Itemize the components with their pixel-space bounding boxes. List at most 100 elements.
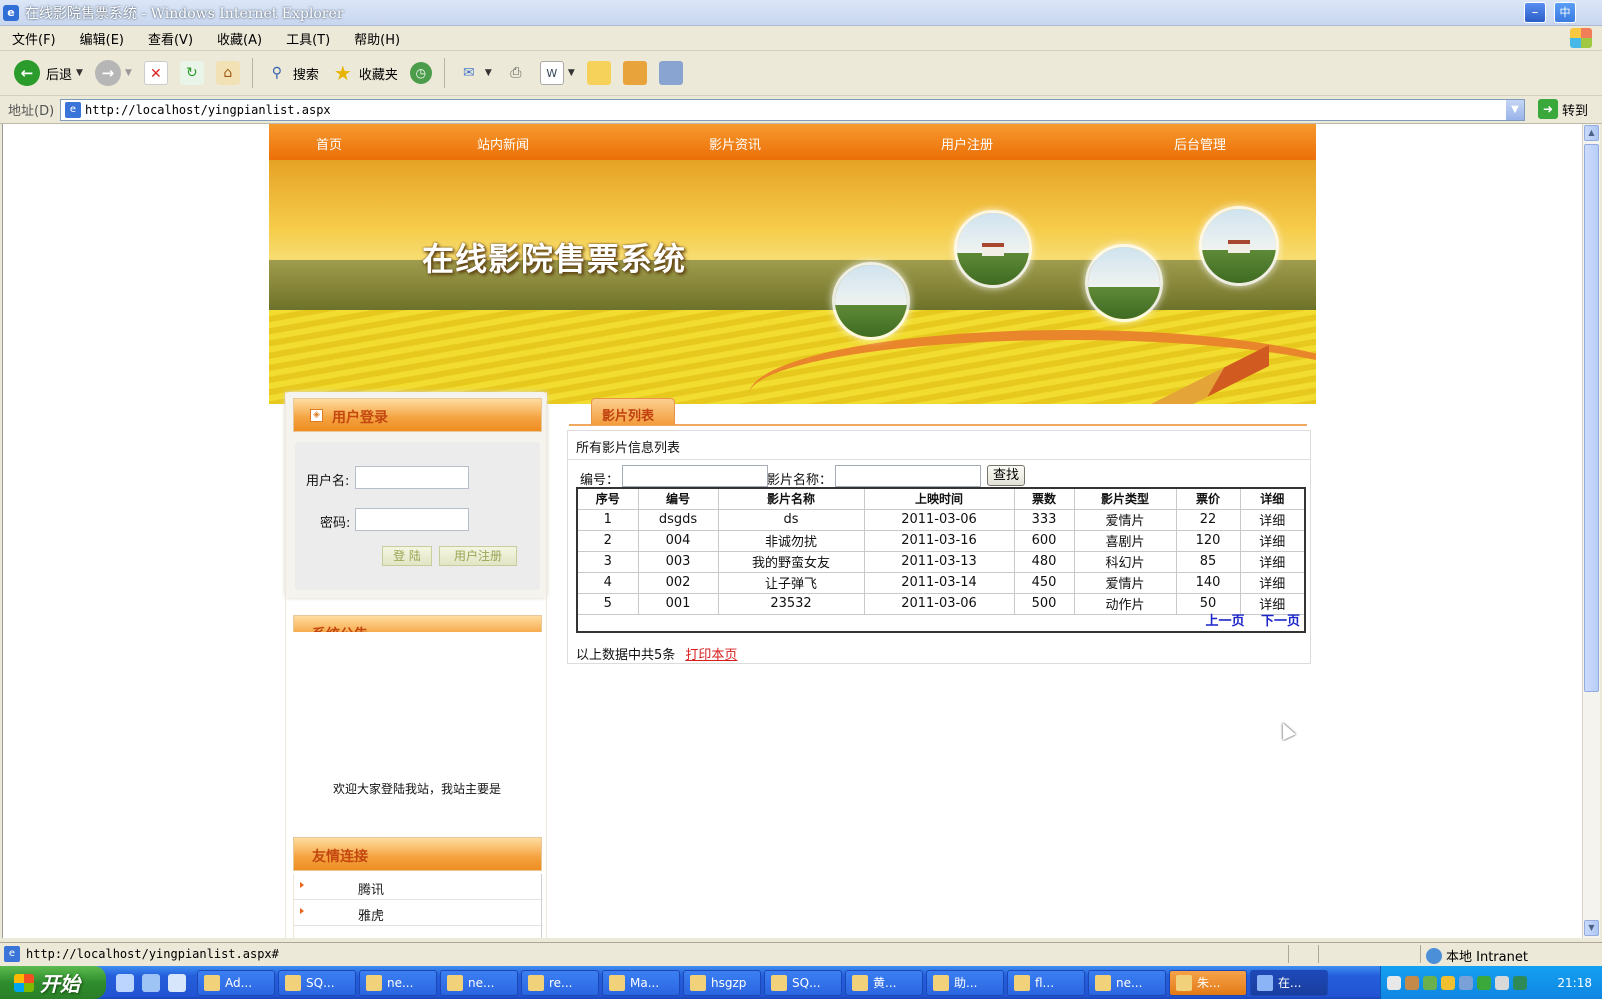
taskbar-item[interactable]: ne... xyxy=(440,969,518,996)
detail-link[interactable]: 详细 xyxy=(1240,551,1304,573)
back-button[interactable]: ← 后退 ▼ xyxy=(8,55,89,91)
taskbar-item[interactable]: Ad... xyxy=(197,969,275,996)
cell-genre: 喜剧片 xyxy=(1074,530,1177,552)
notice-text: 欢迎大家登陆我站，我站主要是 xyxy=(333,782,502,796)
tray-icon[interactable] xyxy=(1387,975,1401,990)
refresh-button[interactable]: ↻ xyxy=(174,55,210,91)
messenger-button[interactable] xyxy=(653,55,689,91)
link-item[interactable]: 雅虎 xyxy=(294,900,543,926)
taskbar-item[interactable]: Ma... xyxy=(602,969,680,996)
search-submit-button[interactable]: 查找 xyxy=(987,465,1025,486)
links-list: 腾讯 雅虎 xyxy=(293,874,543,938)
history-button[interactable]: ◷ xyxy=(404,55,438,91)
home-icon: ⌂ xyxy=(215,61,240,85)
nav-register[interactable]: 用户注册 xyxy=(941,134,993,153)
scroll-up-icon[interactable]: ▲ xyxy=(1584,125,1599,141)
cell-code: 002 xyxy=(638,572,719,594)
nav-admin[interactable]: 后台管理 xyxy=(1174,134,1226,153)
taskbar-item-active[interactable]: 在... xyxy=(1250,969,1328,996)
go-button[interactable]: ➜ 转到 xyxy=(1538,99,1588,119)
edit-button[interactable]: W ▼ xyxy=(534,55,581,91)
taskbar-item[interactable]: fl... xyxy=(1007,969,1085,996)
chevron-down-icon: ▼ xyxy=(484,68,492,78)
link-text[interactable]: 雅虎 xyxy=(358,905,384,924)
taskbar-item[interactable]: 朱... xyxy=(1169,969,1247,996)
note-button[interactable] xyxy=(581,55,617,91)
chevron-down-icon[interactable]: ▼ xyxy=(1506,100,1524,120)
scroll-down-icon[interactable]: ▼ xyxy=(1584,920,1599,936)
next-page-link[interactable]: 下一页 xyxy=(1261,614,1300,629)
ime-indicator[interactable]: 中 xyxy=(1554,2,1576,23)
prev-page-link[interactable]: 上一页 xyxy=(1205,614,1244,629)
address-input[interactable]: e http://localhost/yingpianlist.aspx ▼ xyxy=(60,99,1525,121)
col-header: 序号 xyxy=(578,489,639,510)
forward-arrow-icon: → xyxy=(94,60,121,86)
mail-icon: ✉ xyxy=(463,65,475,81)
tray-icon[interactable] xyxy=(1405,975,1419,990)
address-url: http://localhost/yingpianlist.aspx xyxy=(85,103,331,117)
site-banner: 在线影院售票系统 xyxy=(269,160,1316,404)
menu-tools[interactable]: 工具(T) xyxy=(274,29,342,48)
nav-news[interactable]: 站内新闻 xyxy=(477,134,529,153)
taskbar-item[interactable]: 黄... xyxy=(845,969,923,996)
register-button[interactable]: 用户注册 xyxy=(439,546,517,566)
detail-link[interactable]: 详细 xyxy=(1240,572,1304,594)
code-input[interactable] xyxy=(622,465,768,487)
menu-edit[interactable]: 编辑(E) xyxy=(68,29,136,48)
menu-help[interactable]: 帮助(H) xyxy=(342,29,412,48)
print-page-link[interactable]: 打印本页 xyxy=(685,648,737,663)
tray-icon[interactable] xyxy=(1423,975,1437,990)
search-button[interactable]: ⚲ 搜索 xyxy=(259,55,325,91)
taskbar-item[interactable]: hsgzp xyxy=(683,969,761,996)
qq-icon[interactable] xyxy=(1441,975,1455,990)
tray-icon[interactable] xyxy=(1477,975,1491,990)
ie-quicklaunch-icon[interactable] xyxy=(116,973,134,992)
tab-movie-list[interactable]: 影片列表 xyxy=(591,398,675,425)
shield-icon[interactable] xyxy=(1513,975,1527,990)
scroll-thumb[interactable] xyxy=(1584,144,1599,692)
username-input[interactable] xyxy=(355,466,469,489)
ie-icon: e xyxy=(3,4,19,21)
taskbar-item[interactable]: ne... xyxy=(1088,969,1166,996)
taskbar-item[interactable]: ne... xyxy=(359,969,437,996)
vertical-scrollbar[interactable]: ▲ ▼ xyxy=(1582,124,1600,938)
nav-movie-info[interactable]: 影片资讯 xyxy=(709,134,761,153)
link-item[interactable]: 腾讯 xyxy=(294,874,543,900)
link-text[interactable]: 腾讯 xyxy=(358,879,384,898)
quicklaunch-icon[interactable] xyxy=(168,973,186,992)
menu-file[interactable]: 文件(F) xyxy=(0,29,68,48)
favorites-button[interactable]: ★ 收藏夹 xyxy=(325,55,404,91)
forward-button[interactable]: → ▼ xyxy=(89,55,138,91)
nav-home[interactable]: 首页 xyxy=(316,134,342,153)
name-input[interactable] xyxy=(835,465,981,487)
word-icon: W xyxy=(539,61,564,85)
clock[interactable]: 21:18 xyxy=(1557,976,1592,990)
status-url: http://localhost/yingpianlist.aspx# xyxy=(26,947,279,961)
home-button[interactable]: ⌂ xyxy=(210,55,246,91)
password-input[interactable] xyxy=(355,508,469,531)
word-icon xyxy=(1095,974,1111,991)
start-button[interactable]: 开始 xyxy=(0,966,106,999)
taskbar-item[interactable]: SQ... xyxy=(764,969,842,996)
stop-button[interactable]: ✕ xyxy=(138,55,174,91)
history-icon: ◷ xyxy=(409,62,432,84)
col-header: 票数 xyxy=(1014,489,1075,510)
taskbar-item[interactable]: SQ... xyxy=(278,969,356,996)
tray-icon[interactable] xyxy=(1495,975,1509,990)
taskbar-item[interactable]: re... xyxy=(521,969,599,996)
research-button[interactable] xyxy=(617,55,653,91)
detail-link[interactable]: 详细 xyxy=(1240,530,1304,552)
menu-view[interactable]: 查看(V) xyxy=(136,29,205,48)
network-icon[interactable] xyxy=(1459,975,1473,990)
taskbar-item[interactable]: 助... xyxy=(926,969,1004,996)
app-icon xyxy=(1014,974,1030,991)
print-button[interactable]: ⎙ xyxy=(498,55,534,91)
detail-link[interactable]: 详细 xyxy=(1240,509,1304,531)
quicklaunch-icon[interactable] xyxy=(142,973,160,992)
login-button[interactable]: 登 陆 xyxy=(382,546,432,566)
menu-favorites[interactable]: 收藏(A) xyxy=(205,29,274,48)
task-label: fl... xyxy=(1035,975,1055,990)
minimize-button[interactable]: – xyxy=(1524,2,1546,23)
mail-button[interactable]: ✉ ▼ xyxy=(451,55,498,91)
table-row: 1 dsgds ds 2011-03-06 333 爱情片 22 详细 xyxy=(578,509,1304,531)
